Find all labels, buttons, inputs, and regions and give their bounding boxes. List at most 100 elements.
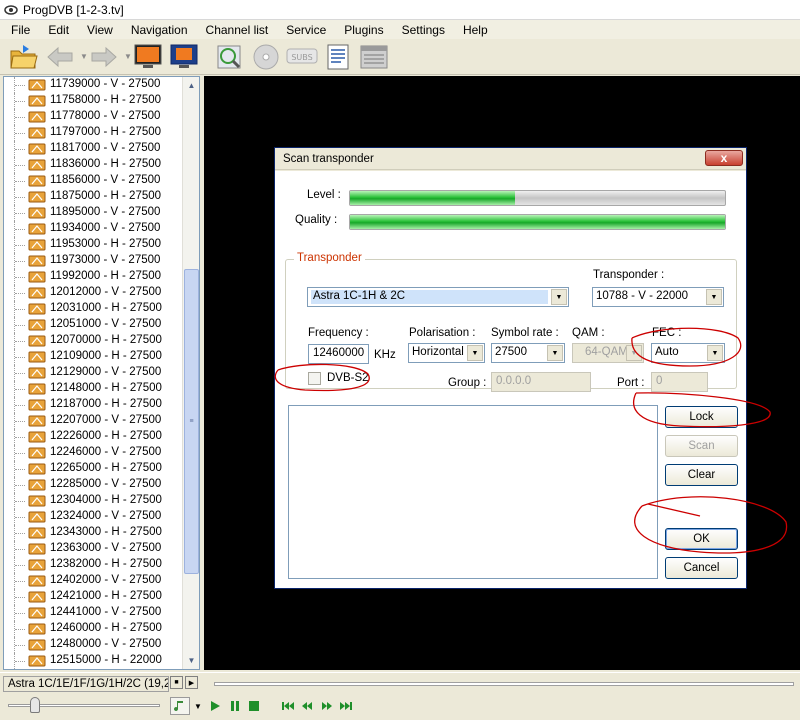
volume-thumb[interactable] [30, 697, 40, 713]
menu-settings[interactable]: Settings [395, 23, 452, 37]
channel-item[interactable]: 11758000 - H - 27500 [4, 93, 182, 109]
channel-item[interactable]: 11895000 - V - 27500 [4, 205, 182, 221]
channel-item[interactable]: 11875000 - H - 27500 [4, 189, 182, 205]
channel-item[interactable]: 12031000 - H - 27500 [4, 301, 182, 317]
scan-button[interactable] [214, 41, 246, 73]
open-folder-button[interactable] [8, 41, 40, 73]
channel-item[interactable]: 12012000 - V - 27500 [4, 285, 182, 301]
chevron-down-icon[interactable]: ▼ [706, 289, 722, 305]
menu-edit[interactable]: Edit [41, 23, 76, 37]
channel-item[interactable]: 12343000 - H - 27500 [4, 525, 182, 541]
menu-help[interactable]: Help [456, 23, 495, 37]
channel-item[interactable]: 12460000 - H - 27500 [4, 621, 182, 637]
subs-button[interactable]: SUBS [286, 41, 318, 73]
channel-item[interactable]: 11953000 - H - 27500 [4, 237, 182, 253]
menu-plugins[interactable]: Plugins [337, 23, 390, 37]
channel-item[interactable]: 11992000 - H - 27500 [4, 269, 182, 285]
channel-item[interactable]: 12265000 - H - 27500 [4, 461, 182, 477]
menu-channel-list[interactable]: Channel list [199, 23, 276, 37]
scroll-up-button[interactable]: ▲ [184, 78, 199, 93]
channel-item[interactable]: 11797000 - H - 27500 [4, 125, 182, 141]
channel-item[interactable]: 11817000 - V - 27500 [4, 141, 182, 157]
channel-scrollbar[interactable]: ▲ ≡ ▼ [182, 77, 199, 669]
lock-button[interactable]: Lock [665, 406, 738, 428]
scroll-thumb[interactable]: ≡ [184, 269, 199, 574]
last-button[interactable] [339, 699, 353, 713]
status-next-button[interactable]: ▶ [185, 676, 198, 689]
channel-item[interactable]: 12285000 - V - 27500 [4, 477, 182, 493]
chevron-down-icon[interactable]: ▼ [547, 345, 563, 361]
seek-bar[interactable] [214, 682, 794, 686]
channel-item[interactable]: 12051000 - V - 27500 [4, 317, 182, 333]
pause-button[interactable] [228, 699, 242, 713]
fullscreen-button[interactable] [168, 41, 200, 73]
audio-dropdown-icon[interactable]: ▼ [191, 699, 205, 713]
channel-item[interactable]: 12148000 - H - 27500 [4, 381, 182, 397]
forward-button[interactable] [88, 41, 120, 73]
channel-item[interactable]: 12441000 - V - 27500 [4, 605, 182, 621]
channel-item[interactable]: 12246000 - V - 27500 [4, 445, 182, 461]
back-button[interactable] [44, 41, 76, 73]
menu-view[interactable]: View [80, 23, 120, 37]
channel-item[interactable]: 12421000 - H - 27500 [4, 589, 182, 605]
satellite-select[interactable]: Astra 1C-1H & 2C ▼ [307, 287, 569, 307]
pause-icon [231, 701, 239, 711]
tree-branch [15, 453, 25, 454]
chevron-down-icon[interactable]: ▼ [551, 289, 567, 305]
disc-icon [253, 44, 279, 69]
channel-item[interactable]: 12070000 - H - 27500 [4, 333, 182, 349]
channel-item[interactable]: 12187000 - H - 27500 [4, 397, 182, 413]
back-dropdown-icon[interactable]: ▼ [80, 52, 88, 61]
channel-item[interactable]: 11836000 - H - 27500 [4, 157, 182, 173]
channel-item[interactable]: 12515000 - H - 22000 [4, 653, 182, 669]
polarisation-select[interactable]: Horizontal ▼ [408, 343, 485, 363]
dialog-close-button[interactable]: x [705, 150, 743, 166]
forward-dropdown-icon[interactable]: ▼ [124, 52, 132, 61]
symbol-rate-select[interactable]: 27500 ▼ [491, 343, 565, 363]
monitor-button[interactable] [132, 41, 164, 73]
list-button[interactable] [322, 41, 354, 73]
play-button[interactable] [208, 699, 222, 713]
chevron-down-icon[interactable]: ▼ [707, 345, 723, 361]
rewind-button[interactable] [300, 699, 314, 713]
status-list-button[interactable]: ■ [170, 676, 183, 689]
channel-item[interactable]: 12207000 - V - 27500 [4, 413, 182, 429]
channel-item[interactable]: 12324000 - V - 27500 [4, 509, 182, 525]
channel-item[interactable]: 12226000 - H - 27500 [4, 429, 182, 445]
disc-button[interactable] [250, 41, 282, 73]
audio-button[interactable] [170, 697, 190, 715]
channel-item[interactable]: 12480000 - V - 27500 [4, 637, 182, 653]
channel-item[interactable]: 12109000 - H - 27500 [4, 349, 182, 365]
channel-item[interactable]: 12363000 - V - 27500 [4, 541, 182, 557]
channel-item[interactable]: 11973000 - V - 27500 [4, 253, 182, 269]
channel-tree[interactable]: 11739000 - V - 27500 11758000 - H - 27500… [3, 76, 200, 670]
channel-item[interactable]: 11778000 - V - 27500 [4, 109, 182, 125]
frequency-input[interactable]: 12460000 [308, 344, 369, 364]
clear-button[interactable]: Clear [665, 464, 738, 486]
menu-service[interactable]: Service [279, 23, 333, 37]
ok-button[interactable]: OK [665, 528, 738, 550]
channel-item[interactable]: 11856000 - V - 27500 [4, 173, 182, 189]
channel-item[interactable]: 12304000 - H - 27500 [4, 493, 182, 509]
fast-forward-button[interactable] [320, 699, 334, 713]
fec-select[interactable]: Auto ▼ [651, 343, 725, 363]
stop-button[interactable] [247, 699, 261, 713]
scan-log-area[interactable] [288, 405, 658, 579]
menu-file[interactable]: File [4, 23, 37, 37]
tree-branch [15, 245, 25, 246]
channel-item[interactable]: 11739000 - V - 27500 [4, 77, 182, 93]
epg-button[interactable] [358, 41, 390, 73]
tree-branch [15, 629, 25, 630]
menu-navigation[interactable]: Navigation [124, 23, 195, 37]
first-button[interactable] [281, 699, 295, 713]
transponder-select[interactable]: 10788 - V - 22000 ▼ [592, 287, 724, 307]
cancel-button[interactable]: Cancel [665, 557, 738, 579]
dvbs2-checkbox[interactable] [308, 372, 321, 385]
channel-item[interactable]: 11934000 - V - 27500 [4, 221, 182, 237]
channel-label: 11875000 - H - 27500 [50, 190, 162, 202]
chevron-down-icon[interactable]: ▼ [467, 345, 483, 361]
channel-item[interactable]: 12382000 - H - 27500 [4, 557, 182, 573]
channel-item[interactable]: 12129000 - V - 27500 [4, 365, 182, 381]
scroll-down-button[interactable]: ▼ [184, 653, 199, 668]
channel-item[interactable]: 12402000 - V - 27500 [4, 573, 182, 589]
